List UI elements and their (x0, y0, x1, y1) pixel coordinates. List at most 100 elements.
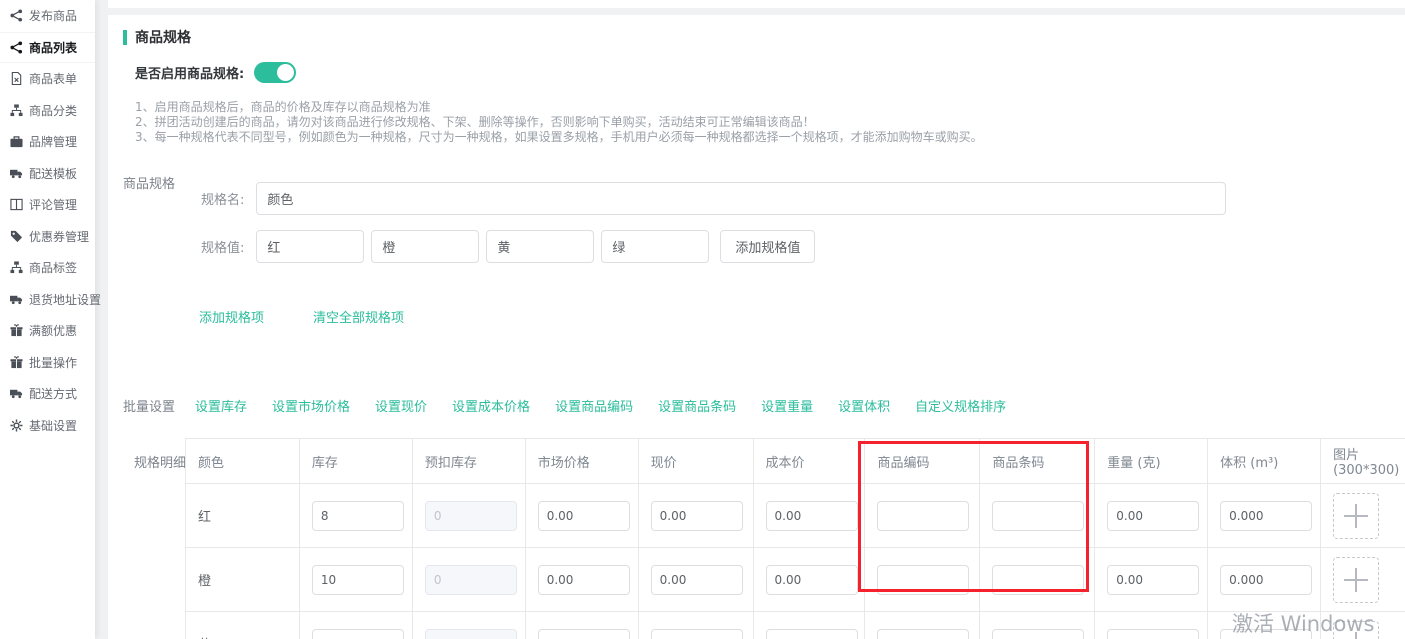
batch-set-price-link[interactable]: 设置现价 (375, 396, 427, 415)
spec-name-label: 规格名: (201, 189, 244, 208)
sidebar-item-label: 配送方式 (29, 385, 77, 402)
spec-cell: 橙 (186, 548, 300, 612)
sidebar-item-label: 商品标签 (29, 259, 77, 276)
sidebar-item-label: 优惠券管理 (29, 228, 89, 245)
col-header-weight: 重量 (克) (1095, 439, 1208, 484)
share-nodes-icon (10, 9, 23, 22)
sidebar-item-publish-product[interactable]: 发布商品 (0, 0, 95, 32)
product-code-input[interactable] (877, 629, 969, 639)
col-header-product-code: 商品编码 (865, 439, 980, 484)
spec-cell: 红 (186, 484, 300, 548)
cost-price-input[interactable] (766, 565, 858, 595)
col-header-barcode: 商品条码 (980, 439, 1095, 484)
spec-value-input-3[interactable] (486, 230, 594, 263)
volume-input[interactable] (1220, 565, 1312, 595)
volume-input[interactable] (1220, 501, 1312, 531)
spec-value-input-4[interactable] (601, 230, 709, 263)
weight-input[interactable] (1107, 629, 1199, 639)
sidebar-item-label: 发布商品 (29, 7, 77, 24)
volume-input[interactable] (1220, 629, 1312, 639)
sidebar-item-label: 商品列表 (29, 39, 77, 56)
sidebar-item-shipping-method[interactable]: 配送方式 (0, 378, 95, 410)
price-input[interactable] (651, 501, 743, 531)
weight-input[interactable] (1107, 565, 1199, 595)
top-strip (108, 0, 1405, 8)
spec-notes: 1、启用商品规格后，商品的价格及库存以商品规格为准 2、拼团活动创建后的商品，请… (135, 100, 983, 145)
sidebar-item-label: 配送模板 (29, 165, 77, 182)
col-header-spec: 颜色 (186, 439, 300, 484)
truck-icon (10, 387, 23, 400)
sidebar-item-basic-settings[interactable]: 基础设置 (0, 410, 95, 442)
sidebar-item-review-management[interactable]: 评论管理 (0, 189, 95, 221)
sidebar-item-label: 商品分类 (29, 102, 77, 119)
col-header-reserved-stock: 预扣库存 (413, 439, 526, 484)
product-code-input[interactable] (877, 565, 969, 595)
col-header-price: 现价 (639, 439, 754, 484)
sidebar-item-brand-management[interactable]: 品牌管理 (0, 126, 95, 158)
custom-spec-sort-link[interactable]: 自定义规格排序 (915, 396, 1006, 415)
batch-group-label: 批量设置 (123, 396, 175, 415)
col-header-volume: 体积 (m³) (1208, 439, 1321, 484)
spec-name-input[interactable] (256, 182, 1226, 215)
truck-icon (10, 167, 23, 180)
sidebar-item-label: 商品表单 (29, 70, 77, 87)
sidebar-item-product-tags[interactable]: 商品标签 (0, 252, 95, 284)
sidebar-item-shipping-template[interactable]: 配送模板 (0, 158, 95, 190)
gift-icon (10, 356, 23, 369)
batch-set-weight-link[interactable]: 设置重量 (761, 396, 813, 415)
image-upload-button[interactable] (1333, 621, 1379, 639)
clear-all-spec-items-link[interactable]: 清空全部规格项 (313, 307, 404, 326)
stock-input[interactable] (312, 501, 404, 531)
batch-set-volume-link[interactable]: 设置体积 (838, 396, 890, 415)
add-spec-value-button[interactable]: 添加规格值 (720, 230, 815, 263)
sidebar-item-full-amount-discount[interactable]: 满额优惠 (0, 315, 95, 347)
table-header-row: 颜色 库存 预扣库存 市场价格 现价 成本价 商品编码 商品条码 重量 (克) … (186, 439, 1405, 484)
stock-input[interactable] (312, 629, 404, 639)
batch-set-barcode-link[interactable]: 设置商品条码 (658, 396, 736, 415)
sidebar-item-label: 批量操作 (29, 354, 77, 371)
spec-value-input-2[interactable] (371, 230, 479, 263)
cost-price-input[interactable] (766, 629, 858, 639)
weight-input[interactable] (1107, 501, 1199, 531)
market-price-input[interactable] (538, 629, 630, 639)
market-price-input[interactable] (538, 565, 630, 595)
price-input[interactable] (651, 565, 743, 595)
enable-spec-toggle[interactable] (254, 62, 296, 83)
sidebar-item-product-form[interactable]: 商品表单 (0, 63, 95, 95)
section-header: 商品规格 (123, 27, 191, 47)
sidebar-item-batch-operations[interactable]: 批量操作 (0, 347, 95, 379)
reserved-stock-input (425, 629, 517, 639)
product-spec-panel: 商品规格 是否启用商品规格: 1、启用商品规格后，商品的价格及库存以商品规格为准… (108, 15, 1405, 639)
sidebar-item-label: 评论管理 (29, 196, 77, 213)
spec-cell: 黄 (186, 612, 300, 639)
briefcase-icon (10, 135, 23, 148)
batch-set-market-price-link[interactable]: 设置市场价格 (272, 396, 350, 415)
spec-value-input-1[interactable] (256, 230, 364, 263)
sidebar-item-product-list[interactable]: 商品列表 (0, 32, 95, 64)
enable-spec-label: 是否启用商品规格: (135, 63, 244, 82)
plus-icon (1344, 504, 1368, 528)
batch-links-row: 设置库存 设置市场价格 设置现价 设置成本价格 设置商品编码 设置商品条码 设置… (195, 396, 1031, 415)
sidebar-item-return-address-settings[interactable]: 退货地址设置 (0, 284, 95, 316)
spec-group-label: 商品规格 (123, 173, 175, 192)
cost-price-input[interactable] (766, 501, 858, 531)
col-header-cost: 成本价 (754, 439, 866, 484)
barcode-input[interactable] (992, 565, 1084, 595)
batch-set-cost-price-link[interactable]: 设置成本价格 (452, 396, 530, 415)
sidebar-item-product-category[interactable]: 商品分类 (0, 95, 95, 127)
barcode-input[interactable] (992, 501, 1084, 531)
market-price-input[interactable] (538, 501, 630, 531)
batch-set-product-code-link[interactable]: 设置商品编码 (555, 396, 633, 415)
barcode-input[interactable] (992, 629, 1084, 639)
stock-input[interactable] (312, 565, 404, 595)
toggle-knob (277, 64, 294, 81)
sidebar-item-coupon-management[interactable]: 优惠券管理 (0, 221, 95, 253)
batch-set-stock-link[interactable]: 设置库存 (195, 396, 247, 415)
col-header-market-price: 市场价格 (526, 439, 639, 484)
add-spec-item-link[interactable]: 添加规格项 (199, 307, 264, 326)
image-upload-button[interactable] (1333, 557, 1379, 603)
plus-icon (1344, 568, 1368, 592)
product-code-input[interactable] (877, 501, 969, 531)
price-input[interactable] (651, 629, 743, 639)
image-upload-button[interactable] (1333, 493, 1379, 539)
